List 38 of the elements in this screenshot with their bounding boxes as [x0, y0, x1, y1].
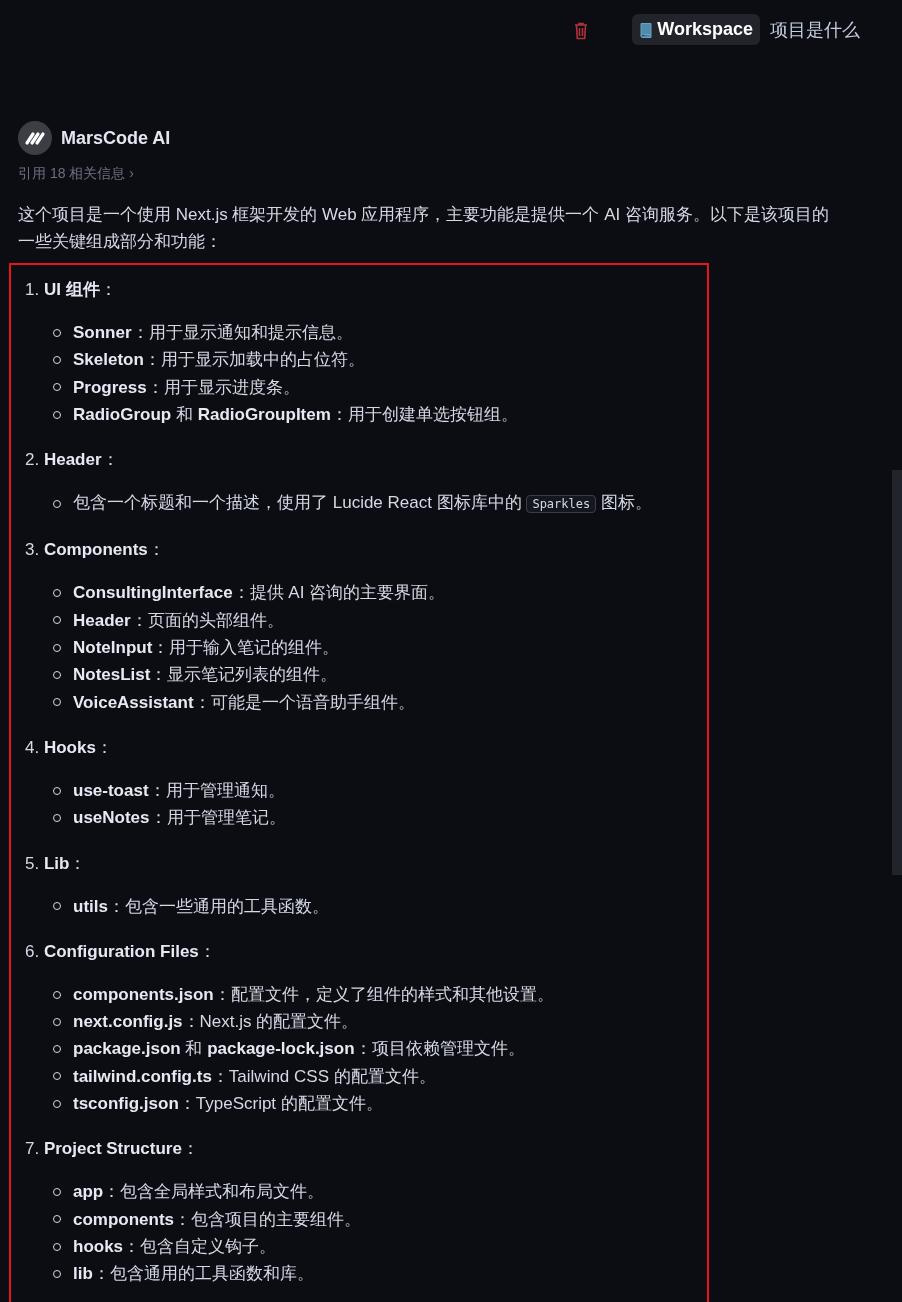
intro-paragraph: 这个项目是一个使用 Next.js 框架开发的 Web 应用程序，主要功能是提供一个 AI 咨询服务。以下是该项目的一些关键组成部分和功能：: [18, 204, 830, 253]
section-heading: 4. Hooks：: [25, 736, 114, 759]
list-item-text: components.json：配置文件，定义了组件的样式和其他设置。: [73, 983, 554, 1006]
list-item-text: package.json 和 package-lock.json：项目依赖管理文件。: [73, 1038, 525, 1061]
user-question: 项目是什么: [770, 18, 860, 42]
section-heading: 7. Project Structure：: [25, 1138, 200, 1161]
trash-icon[interactable]: [574, 21, 589, 40]
references-link[interactable]: 引用 18 相关信息 ›: [18, 165, 134, 183]
list-item-text: 包含一个标题和一个描述，使用了 Lucide React 图标库中的 Sparkles 图标。: [73, 492, 652, 516]
workspace-tag[interactable]: Workspace: [632, 14, 760, 45]
list-item-text: Sonner：用于显示通知和提示信息。: [73, 322, 353, 344]
scrollbar[interactable]: [892, 470, 902, 875]
section-heading: 6. Configuration Files：: [25, 940, 217, 963]
logo-icon: [18, 121, 52, 155]
list-item-text: utils：包含一些通用的工具函数。: [73, 895, 329, 918]
author-name: MarsCode AI: [61, 127, 171, 149]
list-item-text: useNotes：用于管理笔记。: [73, 807, 286, 830]
section-heading: 5. Lib：: [25, 852, 88, 875]
list-item-text: app：包含全局样式和布局文件。: [73, 1181, 325, 1204]
section-heading: 3. Components：: [25, 539, 166, 562]
section-heading: 1. UI 组件：: [25, 279, 118, 301]
list-item-text: VoiceAssistant：可能是一个语音助手组件。: [73, 691, 415, 714]
list-item-text: next.config.js：Next.js 的配置文件。: [73, 1011, 359, 1034]
list-item-text: components：包含项目的主要组件。: [73, 1208, 362, 1231]
list-item-text: NoteInput：用于输入笔记的组件。: [73, 637, 340, 660]
list-item-text: Progress：用于显示进度条。: [73, 376, 300, 399]
section-heading: 2. Header：: [25, 449, 120, 472]
list-item-text: lib：包含通用的工具函数和库。: [73, 1263, 314, 1286]
list-item-text: NotesList：显示笔记列表的组件。: [73, 664, 338, 687]
list-item-text: use-toast：用于管理通知。: [73, 779, 285, 802]
list-item-text: Skeleton：用于显示加载中的占位符。: [73, 349, 365, 372]
list-item-text: ConsultingInterface：提供 AI 咨询的主要界面。: [73, 582, 446, 605]
list-item-text: Header：页面的头部组件。: [73, 609, 284, 632]
list-item-text: hooks：包含自定义钩子。: [73, 1235, 277, 1258]
list-item-text: tsconfig.json：TypeScript 的配置文件。: [73, 1093, 383, 1116]
book-icon: [639, 21, 654, 38]
list-item-text: RadioGroup 和 RadioGroupItem：用于创建单选按钮组。: [73, 403, 518, 426]
list-item-text: tailwind.config.ts：Tailwind CSS 的配置文件。: [73, 1065, 436, 1088]
